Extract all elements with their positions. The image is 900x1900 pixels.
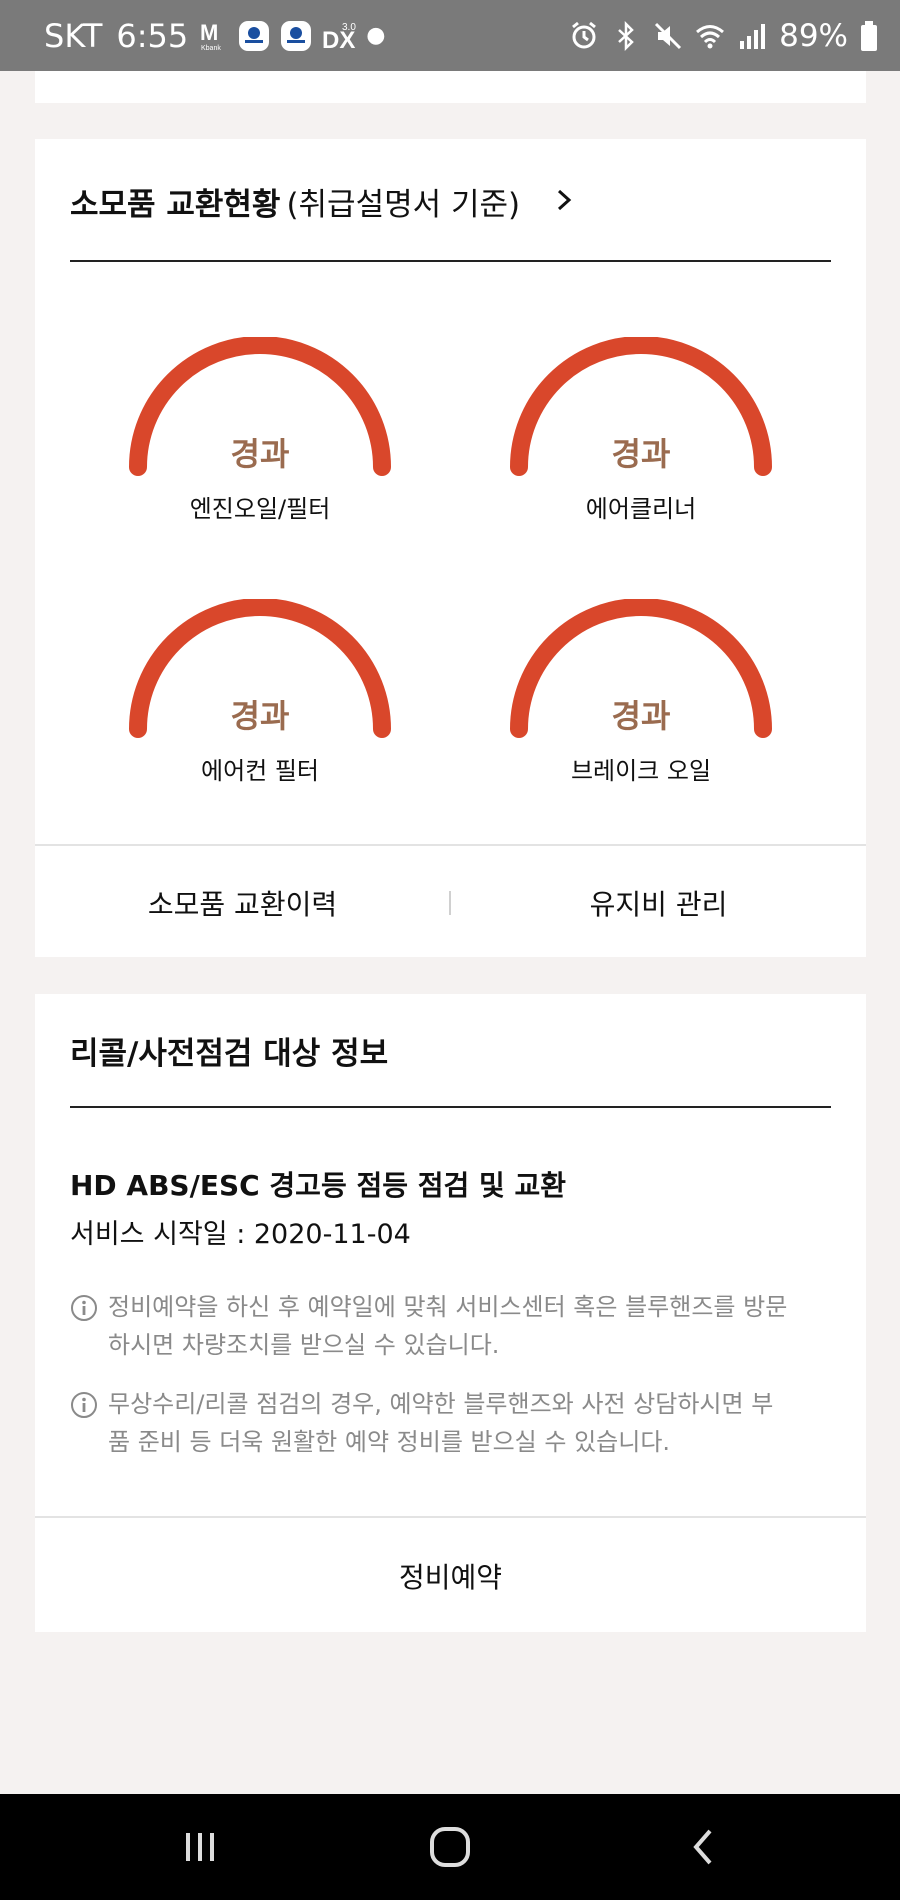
clock: 6:55	[116, 16, 189, 55]
consumables-subtitle: (취급설명서 기준)	[286, 187, 521, 223]
notice-item: 무상수리/리콜 점검의 경우, 예약한 블루핸즈와 사전 상담하시면 부품 준비…	[70, 1385, 790, 1461]
mute-icon	[655, 22, 682, 49]
card-divider	[35, 1516, 866, 1518]
consumables-history-button[interactable]: 소모품 교환이력	[35, 883, 450, 923]
gauge-status: 경과	[230, 697, 290, 735]
signal-icon	[740, 23, 766, 49]
info-icon	[70, 1391, 98, 1461]
previous-card-bottom	[35, 71, 866, 103]
recall-card: 리콜/사전점검 대상 정보 HD ABS/ESC 경고등 점등 점검 및 교환 …	[35, 994, 866, 1632]
gauge-aircon-filter[interactable]: 경과 에어컨 필터	[125, 599, 395, 789]
gauge-label: 에어클리너	[585, 495, 697, 523]
svg-text:Kbank: Kbank	[201, 45, 221, 52]
card-divider	[35, 844, 866, 846]
home-icon	[430, 1827, 470, 1867]
alarm-icon	[572, 21, 597, 48]
back-icon	[693, 1829, 712, 1865]
consumables-title-link[interactable]: 소모품 교환현황 (취급설명서 기준)	[70, 179, 572, 224]
chevron-right-icon	[556, 184, 572, 220]
home-button[interactable]	[420, 1822, 480, 1872]
title-divider	[70, 260, 831, 262]
gauge-status: 경과	[611, 697, 671, 735]
carrier-name: SKT	[44, 16, 103, 55]
more-notifications-dot-icon: ●	[366, 23, 386, 48]
reserve-maintenance-button[interactable]: 정비예약	[35, 1556, 866, 1596]
notice-text: 무상수리/리콜 점검의 경우, 예약한 블루핸즈와 사전 상담하시면 부품 준비…	[108, 1390, 774, 1456]
won-icon	[238, 20, 270, 52]
consumables-card: 소모품 교환현황 (취급설명서 기준) 경과 엔진오일/필터 경과 에어클리너 …	[35, 139, 866, 957]
recall-title: 리콜/사전점검 대상 정보	[70, 1036, 389, 1072]
title-divider	[70, 1106, 831, 1108]
gauge-label: 브레이크 오일	[570, 757, 712, 785]
maintenance-cost-button[interactable]: 유지비 관리	[451, 883, 866, 923]
svg-text:M: M	[200, 20, 218, 45]
gauge-label: 에어컨 필터	[200, 757, 320, 785]
gauge-brake-oil[interactable]: 경과 브레이크 오일	[506, 599, 776, 789]
back-button[interactable]	[673, 1822, 733, 1872]
gauge-engine-oil[interactable]: 경과 엔진오일/필터	[125, 337, 395, 527]
gauge-label: 엔진오일/필터	[189, 495, 331, 523]
gauge-status: 경과	[611, 435, 671, 473]
recall-item-title: HD ABS/ESC 경고등 점등 점검 및 교환	[70, 1169, 567, 1202]
battery-percent: 89%	[779, 17, 848, 54]
won-icon	[280, 20, 312, 52]
info-icon	[70, 1294, 98, 1364]
gauge-status: 경과	[230, 435, 290, 473]
status-bar: SKT 6:55 M Kbank DX 3.0 ● 89%	[0, 0, 900, 71]
wifi-icon	[696, 24, 725, 48]
consumables-title: 소모품 교환현황	[70, 187, 281, 223]
notice-item: 정비예약을 하신 후 예약일에 맞춰 서비스센터 혹은 블루핸즈를 방문하시면 …	[70, 1288, 790, 1364]
battery-icon	[861, 20, 877, 51]
recent-apps-button[interactable]	[170, 1822, 230, 1872]
system-nav-bar	[0, 1794, 900, 1900]
bluetooth-icon	[618, 20, 634, 51]
kbank-icon: M Kbank	[198, 20, 228, 52]
notice-text: 정비예약을 하신 후 예약일에 맞춰 서비스센터 혹은 블루핸즈를 방문하시면 …	[108, 1293, 788, 1359]
svg-text:3.0: 3.0	[342, 22, 356, 33]
recent-apps-icon	[186, 1833, 214, 1861]
service-start-date: 서비스 시작일 : 2020-11-04	[70, 1219, 411, 1250]
dx-icon: DX 3.0	[322, 20, 356, 52]
gauge-air-cleaner[interactable]: 경과 에어클리너	[506, 337, 776, 527]
